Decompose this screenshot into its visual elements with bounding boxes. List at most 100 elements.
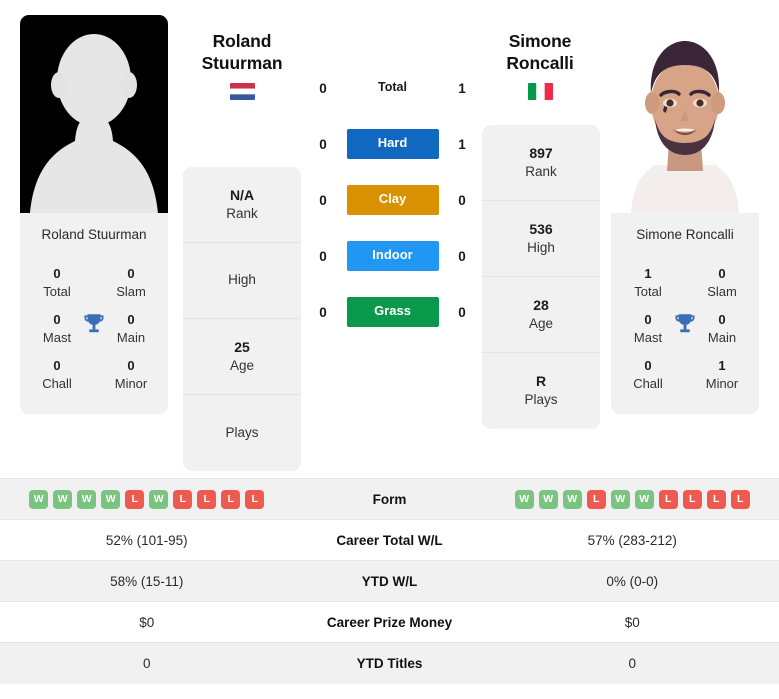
info-high-right: 536 High <box>482 201 600 277</box>
info-rank-label: Rank <box>226 205 258 221</box>
player-header-right: Simone Roncalli <box>465 30 615 101</box>
info-high-left: High <box>183 243 301 319</box>
form-pill-loss[interactable]: L <box>197 489 217 509</box>
player-card-left[interactable]: Roland Stuurman 0 Total 0 Slam 0 Mast 0 … <box>20 15 168 415</box>
titles-total-left: 0 Total <box>20 265 94 300</box>
player-photo-right <box>611 15 759 213</box>
table-row: 58% (15-11) YTD W/L 0% (0-0) <box>0 560 779 602</box>
info-high-value: 536 <box>529 220 553 237</box>
info-plays-left: Plays <box>183 395 301 471</box>
stat-value-right: 0 <box>485 642 779 684</box>
info-age-right: 28 Age <box>482 277 600 353</box>
info-rank-label: Rank <box>525 163 557 179</box>
surface-badge-hard[interactable]: Hard <box>346 129 439 159</box>
stat-value-left: WWWWLWLLLL <box>0 478 294 520</box>
surface-row-total: 0 Total 1 <box>310 60 475 116</box>
form-pill-win[interactable]: W <box>634 489 654 509</box>
trophy-icon-right <box>672 311 698 337</box>
surface-score-left-grass: 0 <box>319 304 327 320</box>
form-pill-loss[interactable]: L <box>682 489 702 509</box>
surface-badge-indoor[interactable]: Indoor <box>346 241 439 271</box>
form-pill-win[interactable]: W <box>149 489 169 509</box>
form-pill-loss[interactable]: L <box>586 489 606 509</box>
form-pill-win[interactable]: W <box>514 489 534 509</box>
titles-total-value: 0 <box>53 266 61 282</box>
player-name-left-line1: Roland <box>212 31 272 51</box>
titles-row: 0 Chall 0 Minor <box>20 352 168 398</box>
surface-row-grass: 0 Grass 0 <box>310 284 475 340</box>
form-pill-loss[interactable]: L <box>221 489 241 509</box>
titles-minor-value: 0 <box>127 358 135 374</box>
form-pill-win[interactable]: W <box>538 489 558 509</box>
form-pill-win[interactable]: W <box>610 489 630 509</box>
titles-chall-label: Chall <box>633 375 663 391</box>
info-rank-value: N/A <box>229 186 255 203</box>
player-photo-name-right: Simone Roncalli <box>636 227 734 242</box>
titles-minor-value: 1 <box>718 358 726 374</box>
stat-label-career-total-w-l: Career Total W/L <box>293 519 486 561</box>
titles-slam-value: 0 <box>718 266 726 282</box>
stat-value-left: 52% (101-95) <box>0 519 294 561</box>
titles-minor-label: Minor <box>705 375 739 391</box>
form-pill-win[interactable]: W <box>562 489 582 509</box>
stat-value-right: 0% (0-0) <box>485 560 779 602</box>
info-high-label: High <box>228 272 256 288</box>
surface-score-left-total: 0 <box>319 80 327 96</box>
titles-chall-value: 0 <box>644 358 652 374</box>
form-pill-loss[interactable]: L <box>125 489 145 509</box>
table-row: $0 Career Prize Money $0 <box>0 601 779 643</box>
trophy-icon-left <box>81 311 107 337</box>
info-high-label: High <box>527 239 555 255</box>
titles-minor-label: Minor <box>114 375 148 391</box>
form-pill-win[interactable]: W <box>29 489 49 509</box>
table-row: 52% (101-95) Career Total W/L 57% (283-212… <box>0 519 779 561</box>
player-name-right[interactable]: Simone Roncalli <box>465 30 615 74</box>
surface-score-right-grass: 0 <box>458 304 466 320</box>
info-rank-value: 897 <box>529 144 553 161</box>
info-plays-value: R <box>535 373 547 390</box>
form-pill-loss[interactable]: L <box>658 489 678 509</box>
comparison-header-area: Roland Stuurman 0 Total 0 Slam 0 Mast 0 … <box>0 0 779 478</box>
info-rank-right: 897 Rank <box>482 125 600 201</box>
form-pill-win[interactable]: W <box>101 489 121 509</box>
surface-row-hard: 0 Hard 1 <box>310 116 475 172</box>
surface-row-clay: 0 Clay 0 <box>310 172 475 228</box>
player-name-left[interactable]: Roland Stuurman <box>167 30 317 74</box>
form-pill-loss[interactable]: L <box>173 489 193 509</box>
stat-label-ytd-titles: YTD Titles <box>293 642 486 684</box>
form-pill-loss[interactable]: L <box>730 489 750 509</box>
info-age-label: Age <box>528 315 554 331</box>
player-info-panel-right: 897 Rank 536 High 28 Age R Plays <box>482 125 600 429</box>
titles-chall-value: 0 <box>53 358 61 374</box>
flag-netherlands-icon <box>229 83 255 101</box>
titles-row: 0 Total 0 Slam <box>20 260 168 306</box>
form-pill-win[interactable]: W <box>77 489 97 509</box>
titles-total-right: 1 Total <box>611 265 685 300</box>
player-photo-left <box>20 15 168 213</box>
stat-label-career-prize-money: Career Prize Money <box>293 601 486 643</box>
table-row: W W W W L W L L L L Form W W W L W W L L L L <box>0 478 779 520</box>
titles-chall-label: Chall <box>42 375 72 391</box>
comparison-stats-table: W W W W L W L L L L Form W W W L W W L L L L 52% (101-95) Care… <box>0 478 779 684</box>
form-pill-win[interactable]: W <box>53 489 73 509</box>
titles-slam-left: 0 Slam <box>94 265 168 300</box>
titles-chall-left: 0 Chall <box>20 357 94 392</box>
player-card-right[interactable]: Simone Roncalli 1 Total 0 Slam 0 Mast 0 … <box>611 15 759 415</box>
surface-badge-grass[interactable]: Grass <box>346 297 439 327</box>
form-pill-loss[interactable]: L <box>245 489 265 509</box>
surface-score-left-hard: 0 <box>319 136 327 152</box>
surface-badge-clay[interactable]: Clay <box>346 185 439 215</box>
form-strip-left: WWWWLWLLLL <box>0 489 294 509</box>
stat-value-left: $0 <box>0 601 294 643</box>
player-header-left: Roland Stuurman <box>167 30 317 101</box>
surface-score-left-clay: 0 <box>319 192 327 208</box>
stat-value-right: 57% (283-212) <box>485 519 779 561</box>
player-name-right-line1: Simone <box>508 31 572 51</box>
info-rank-left: N/A Rank <box>183 167 301 243</box>
form-pill-loss[interactable]: L <box>706 489 726 509</box>
surface-titles-column: 0 Total 1 0 Hard 1 0 Clay 0 0 Indoor 0 0 Grass 0 <box>310 60 475 340</box>
info-plays-right: R Plays <box>482 353 600 429</box>
surface-score-right-hard: 1 <box>458 136 466 152</box>
stat-value-right: $0 <box>485 601 779 643</box>
info-age-label: Age <box>229 357 255 373</box>
